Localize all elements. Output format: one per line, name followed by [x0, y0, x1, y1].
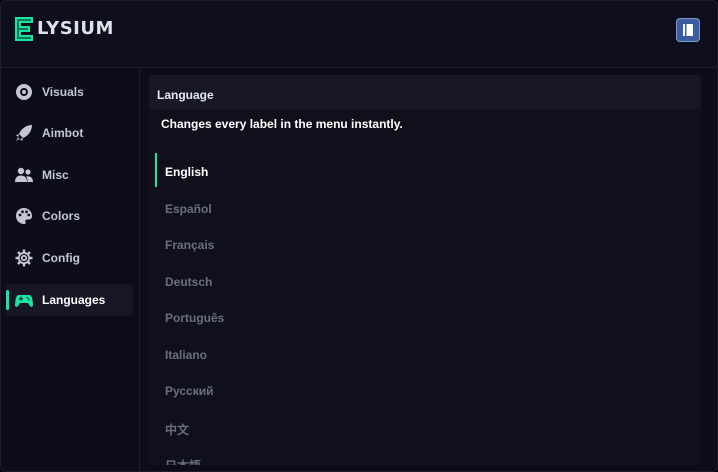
- sidebar-item-label: Misc: [42, 168, 69, 182]
- sidebar-item-label: Config: [42, 251, 80, 265]
- app-title: LYSIUM: [37, 18, 114, 39]
- language-option-portugues[interactable]: Português: [155, 299, 695, 333]
- gamepad-icon: [15, 295, 33, 307]
- sidebar-item-label: Visuals: [42, 85, 84, 99]
- sidebar-item-label: Colors: [42, 209, 81, 223]
- panel-description: Changes every label in the menu instantl…: [161, 117, 403, 131]
- sidebar: Visuals Aimbot Misc Colors Config Langua…: [1, 68, 140, 471]
- palette-icon: [16, 208, 32, 224]
- sidebar-item-label: Languages: [42, 293, 106, 307]
- language-label: 中文: [165, 423, 190, 437]
- panel-title: Language: [157, 88, 214, 102]
- sidebar-item-languages[interactable]: Languages: [6, 284, 133, 316]
- language-label: Français: [165, 238, 215, 252]
- language-label: Italiano: [165, 348, 208, 362]
- logo: LYSIUM: [13, 16, 114, 42]
- sidebar-item-misc[interactable]: Misc: [6, 159, 133, 191]
- language-option-japanese[interactable]: 日本語: [155, 445, 695, 465]
- header-bar: LYSIUM: [1, 1, 717, 68]
- eye-icon: [16, 84, 32, 100]
- rocket-icon: [16, 125, 32, 141]
- sidebar-item-config[interactable]: Config: [6, 242, 133, 274]
- sidebar-item-label: Aimbot: [42, 126, 84, 140]
- users-icon: [15, 167, 33, 182]
- language-option-chinese[interactable]: 中文: [155, 409, 695, 443]
- language-option-italiano[interactable]: Italiano: [155, 336, 695, 370]
- language-label: 日本語: [165, 457, 201, 465]
- language-option-francais[interactable]: Français: [155, 226, 695, 260]
- language-option-deutsch[interactable]: Deutsch: [155, 263, 695, 297]
- gear-icon: [15, 249, 33, 267]
- language-panel: Language Changes every label in the menu…: [149, 75, 701, 465]
- language-option-russian[interactable]: Русский: [155, 372, 695, 406]
- language-label: Deutsch: [165, 275, 213, 289]
- book-icon: [683, 24, 693, 36]
- panel-header: Language: [149, 75, 701, 109]
- language-label: Español: [165, 202, 212, 216]
- sidebar-item-colors[interactable]: Colors: [6, 200, 133, 232]
- language-label: English: [165, 165, 209, 179]
- sidebar-item-aimbot[interactable]: Aimbot: [6, 117, 133, 149]
- book-button[interactable]: [676, 18, 700, 42]
- language-label: Русский: [165, 384, 214, 398]
- logo-e-icon: [15, 17, 33, 41]
- sidebar-item-visuals[interactable]: Visuals: [6, 76, 133, 108]
- app-window: LYSIUM Visuals Aimbot Misc Colors Config…: [0, 0, 718, 472]
- language-label: Português: [165, 311, 225, 325]
- language-option-english[interactable]: English: [155, 153, 695, 187]
- language-option-espanol[interactable]: Español: [155, 190, 695, 224]
